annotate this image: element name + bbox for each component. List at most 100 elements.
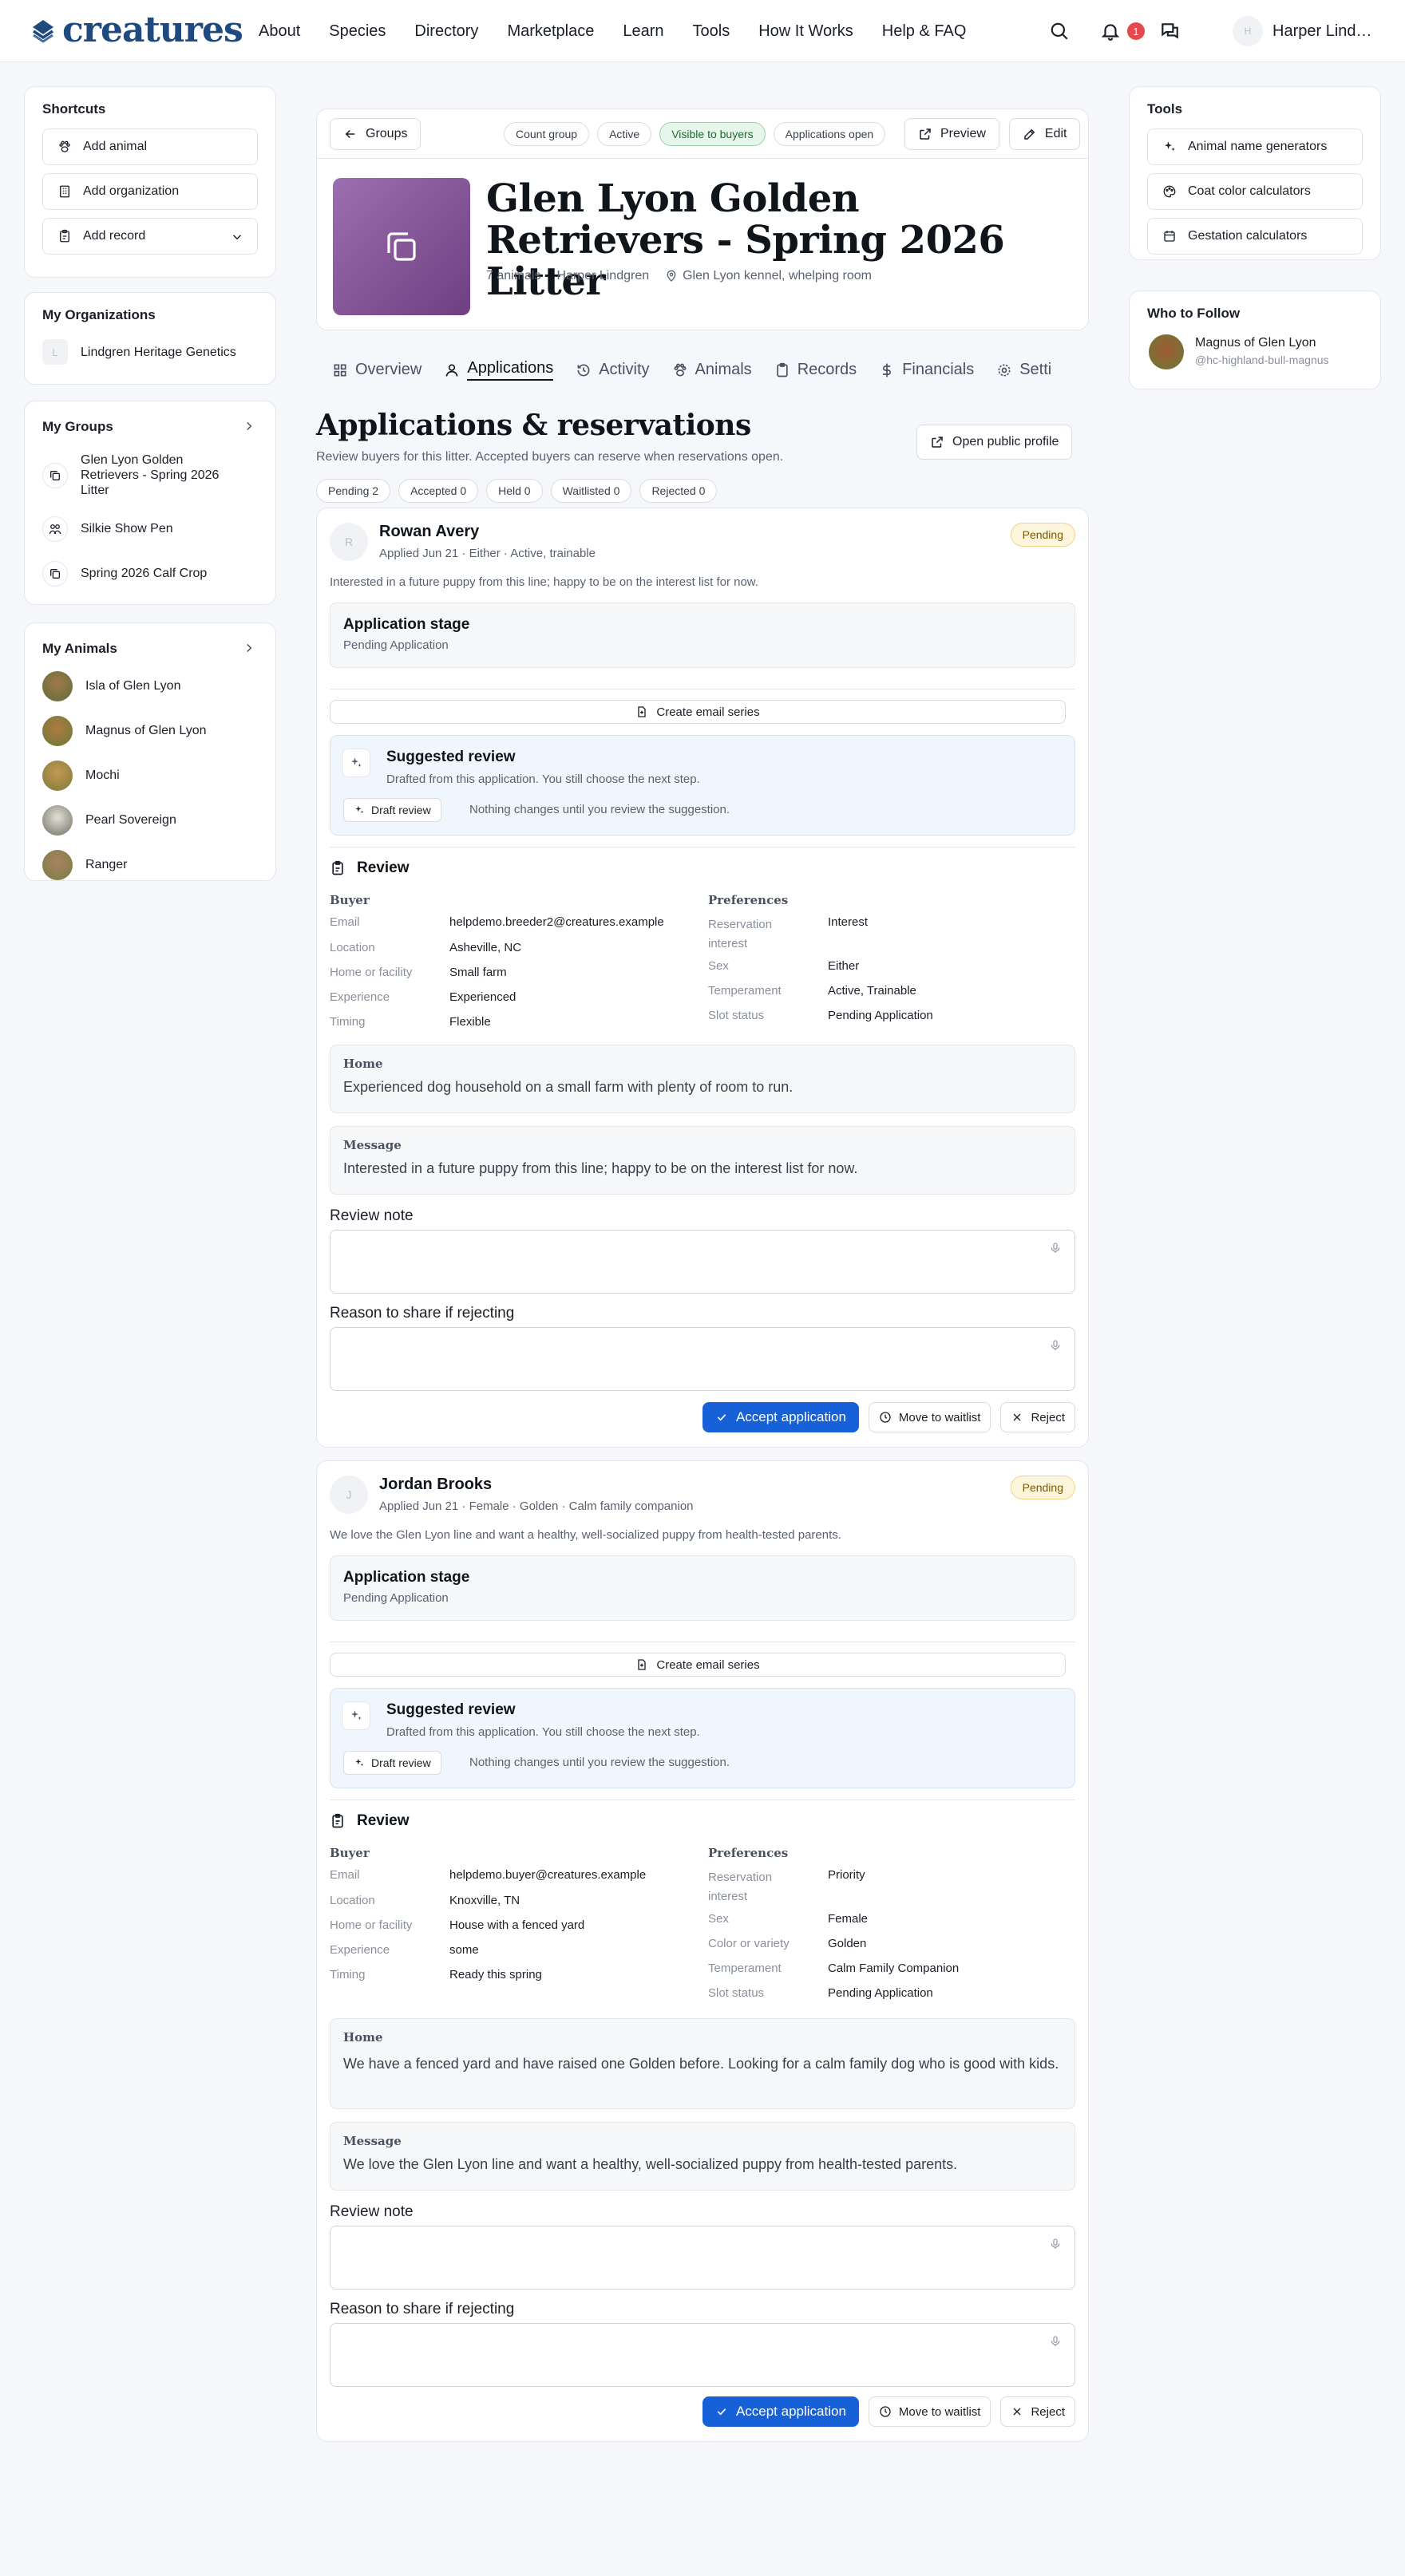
experience-label: Experience [330, 1943, 390, 1957]
chevron-right-icon[interactable] [242, 641, 256, 655]
tab-financials[interactable]: Financials [879, 359, 974, 381]
reject-button[interactable]: Reject [1000, 2396, 1075, 2427]
tab-records[interactable]: Records [774, 359, 857, 381]
application-stage: Application stage Pending Application [330, 1555, 1075, 1621]
timing-label: Timing [330, 1015, 366, 1029]
org-name: Lindgren Heritage Genetics [81, 345, 236, 359]
email-series-label: Create email series [656, 705, 760, 719]
nav-link-how-it-works[interactable]: How It Works [758, 21, 853, 41]
nav-link-tools[interactable]: Tools [693, 21, 730, 41]
status-filters: Pending 2 Accepted 0 Held 0 Waitlisted 0… [316, 479, 718, 503]
waitlist-label: Move to waitlist [898, 2404, 981, 2419]
accept-application-button[interactable]: Accept application [702, 2396, 859, 2427]
application-stage: Application stage Pending Application [330, 603, 1075, 668]
group-name: Glen Lyon Golden Retrievers - Spring 202… [81, 453, 220, 497]
filter-held[interactable]: Held 0 [486, 479, 543, 503]
move-to-waitlist-button[interactable]: Move to waitlist [868, 2396, 991, 2427]
suggested-review: Suggested review Drafted from this appli… [330, 1688, 1075, 1788]
tab-animals[interactable]: Animals [672, 359, 752, 381]
tab-activity[interactable]: Activity [576, 359, 650, 381]
user-menu[interactable]: H Harper Lind… [1233, 16, 1372, 46]
group-item[interactable]: Silkie Show Pen [42, 516, 173, 542]
reason-input[interactable] [330, 1327, 1075, 1391]
logo[interactable]: creatures [30, 11, 243, 49]
microphone-icon[interactable] [1049, 2335, 1062, 2348]
experience-value: Experienced [449, 990, 516, 1004]
suggested-review: Suggested review Drafted from this appli… [330, 735, 1075, 836]
filter-pending[interactable]: Pending 2 [316, 479, 391, 503]
org-item[interactable]: L Lindgren Heritage Genetics [42, 339, 240, 365]
group-item[interactable]: Spring 2026 Calf Crop [42, 561, 207, 587]
nav-link-about[interactable]: About [259, 21, 300, 41]
create-email-series-button[interactable]: Create email series [330, 1653, 1066, 1677]
animal-item[interactable]: Magnus of Glen Lyon [42, 716, 207, 746]
microphone-icon[interactable] [1049, 2238, 1062, 2250]
create-email-series-button[interactable]: Create email series [330, 700, 1066, 724]
nav-link-marketplace[interactable]: Marketplace [507, 21, 594, 41]
home-text: We have a fenced yard and have raised on… [343, 2056, 1059, 2072]
tab-applications[interactable]: Applications [444, 359, 554, 381]
group-item[interactable]: Glen Lyon Golden Retrievers - Spring 202… [42, 452, 240, 498]
draft-review-button[interactable]: Draft review [343, 798, 441, 822]
animal-name: Ranger [85, 858, 128, 871]
gear-icon [996, 362, 1012, 378]
accept-label: Accept application [735, 1409, 846, 1424]
tab-settings[interactable]: Setti [996, 359, 1051, 381]
document-icon [635, 705, 648, 718]
follow-name[interactable]: Magnus of Glen Lyon [1195, 336, 1316, 350]
nav-link-help[interactable]: Help & FAQ [882, 21, 967, 41]
review-note-input[interactable] [330, 2226, 1075, 2290]
top-nav: creatures About Species Directory Market… [0, 0, 1405, 62]
name-generator-button[interactable]: Animal name generators [1147, 128, 1363, 165]
copy-icon [42, 462, 68, 488]
location-value: Asheville, NC [449, 941, 522, 954]
palette-icon [1162, 184, 1177, 199]
filter-waitlisted[interactable]: Waitlisted 0 [550, 479, 632, 503]
draft-review-button[interactable]: Draft review [343, 1751, 441, 1775]
accept-application-button[interactable]: Accept application [702, 1402, 859, 1432]
applicant-avatar: J [330, 1476, 368, 1514]
logo-text: creatures [62, 10, 243, 50]
add-organization-button[interactable]: Add organization [42, 173, 258, 210]
animal-item[interactable]: Pearl Sovereign [42, 805, 176, 836]
nav-link-species[interactable]: Species [329, 21, 386, 41]
move-to-waitlist-button[interactable]: Move to waitlist [868, 1402, 991, 1432]
follow-avatar[interactable] [1149, 334, 1184, 369]
chevron-right-icon[interactable] [242, 419, 256, 433]
preview-button[interactable]: Preview [904, 118, 999, 150]
group-name: Silkie Show Pen [81, 522, 173, 535]
microphone-icon[interactable] [1049, 1242, 1062, 1254]
nothing-changes-note: Nothing changes until you review the sug… [469, 803, 730, 816]
messages-icon[interactable] [1156, 18, 1183, 45]
reservation-value: Interest [828, 915, 869, 929]
filter-accepted[interactable]: Accepted 0 [398, 479, 479, 503]
microphone-icon[interactable] [1049, 1339, 1062, 1352]
filter-rejected[interactable]: Rejected 0 [639, 479, 718, 503]
back-groups-button[interactable]: Groups [330, 118, 422, 150]
tab-label: Animals [695, 361, 752, 378]
bell-icon[interactable]: 1 [1097, 18, 1145, 45]
add-animal-button[interactable]: Add animal [42, 128, 258, 165]
add-record-button[interactable]: Add record [42, 218, 258, 255]
tab-overview[interactable]: Overview [332, 359, 422, 381]
review-note-input[interactable] [330, 1230, 1075, 1294]
animal-item[interactable]: Isla of Glen Lyon [42, 671, 180, 701]
animal-item[interactable]: Mochi [42, 761, 120, 791]
reject-button[interactable]: Reject [1000, 1402, 1075, 1432]
animal-item[interactable]: Ranger [42, 850, 127, 880]
gestation-button[interactable]: Gestation calculators [1147, 218, 1363, 255]
open-public-profile-button[interactable]: Open public profile [916, 425, 1073, 460]
review-heading: Review [357, 859, 410, 876]
nav-link-directory[interactable]: Directory [414, 21, 478, 41]
search-icon[interactable] [1046, 18, 1073, 45]
reason-input[interactable] [330, 2323, 1075, 2387]
nav-link-learn[interactable]: Learn [623, 21, 663, 41]
edit-button[interactable]: Edit [1008, 118, 1081, 150]
buyer-heading: Buyer [330, 1846, 370, 1860]
coat-color-button[interactable]: Coat color calculators [1147, 173, 1363, 210]
clock-icon [879, 2405, 892, 2418]
owner-name[interactable]: Harper Lindgren [556, 269, 649, 283]
stage-title: Application stage [343, 1569, 470, 1586]
animal-name: Magnus of Glen Lyon [85, 724, 207, 737]
status-badge: Pending [1010, 523, 1075, 547]
